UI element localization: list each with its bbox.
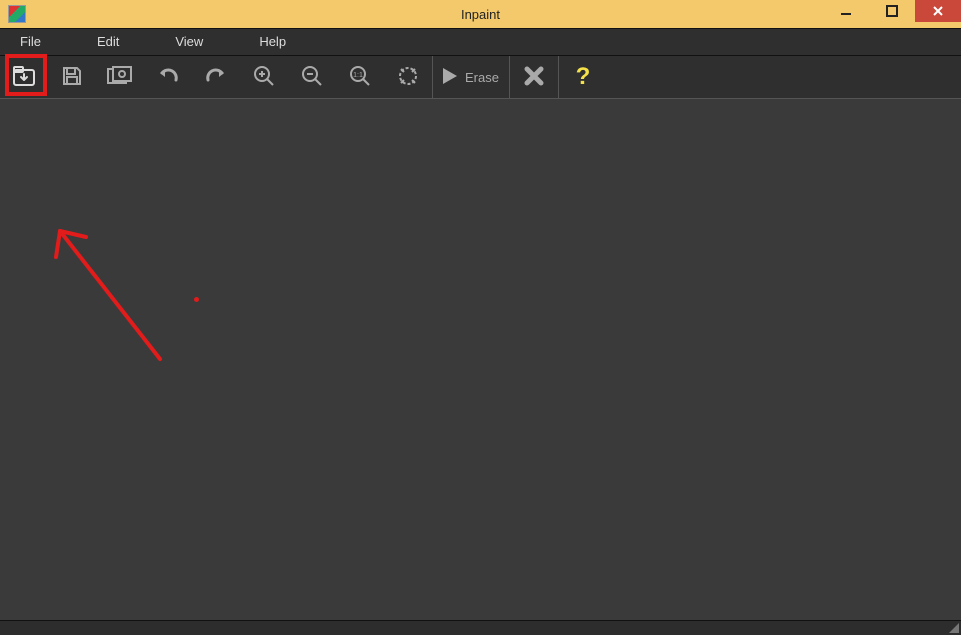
toolbar: 1:1 Erase [0,56,961,99]
menu-view[interactable]: View [161,29,217,55]
zoom-in-button[interactable] [240,56,288,98]
help-icon: ? [576,63,591,91]
menu-file[interactable]: File [6,29,55,55]
menu-edit[interactable]: Edit [83,29,133,55]
preview-icon [107,66,133,89]
annotation-arrow [40,209,210,369]
svg-text:1:1: 1:1 [353,72,363,79]
app-window: Inpaint File Edit View Help [0,0,961,635]
horizontal-scrollbar[interactable] [0,620,961,635]
cancel-button[interactable] [510,56,558,98]
resize-grip[interactable] [949,623,959,633]
zoom-out-icon [301,65,323,90]
help-button[interactable]: ? [559,56,607,98]
annotation-dot [194,297,199,302]
redo-icon [204,66,228,89]
close-button[interactable] [915,0,961,22]
menu-help[interactable]: Help [245,29,300,55]
open-file-icon [12,65,36,90]
minimize-button[interactable] [823,0,869,22]
zoom-in-icon [253,65,275,90]
erase-button[interactable]: Erase [433,56,509,98]
zoom-fit-button[interactable] [384,56,432,98]
window-title: Inpaint [0,7,961,22]
zoom-actual-button[interactable]: 1:1 [336,56,384,98]
save-button[interactable] [48,56,96,98]
maximize-button[interactable] [869,0,915,22]
preview-button[interactable] [96,56,144,98]
play-icon [439,66,459,89]
open-file-button[interactable] [0,56,48,98]
undo-icon [156,66,180,89]
titlebar: Inpaint [0,0,961,28]
menubar: File Edit View Help [0,28,961,56]
redo-button[interactable] [192,56,240,98]
zoom-actual-icon: 1:1 [349,65,371,90]
window-controls [823,0,961,22]
cancel-icon [524,66,544,89]
canvas-area[interactable] [0,99,961,635]
zoom-fit-icon [397,65,419,90]
app-icon [8,5,26,23]
save-icon [61,65,83,90]
erase-label: Erase [465,70,499,85]
zoom-out-button[interactable] [288,56,336,98]
undo-button[interactable] [144,56,192,98]
